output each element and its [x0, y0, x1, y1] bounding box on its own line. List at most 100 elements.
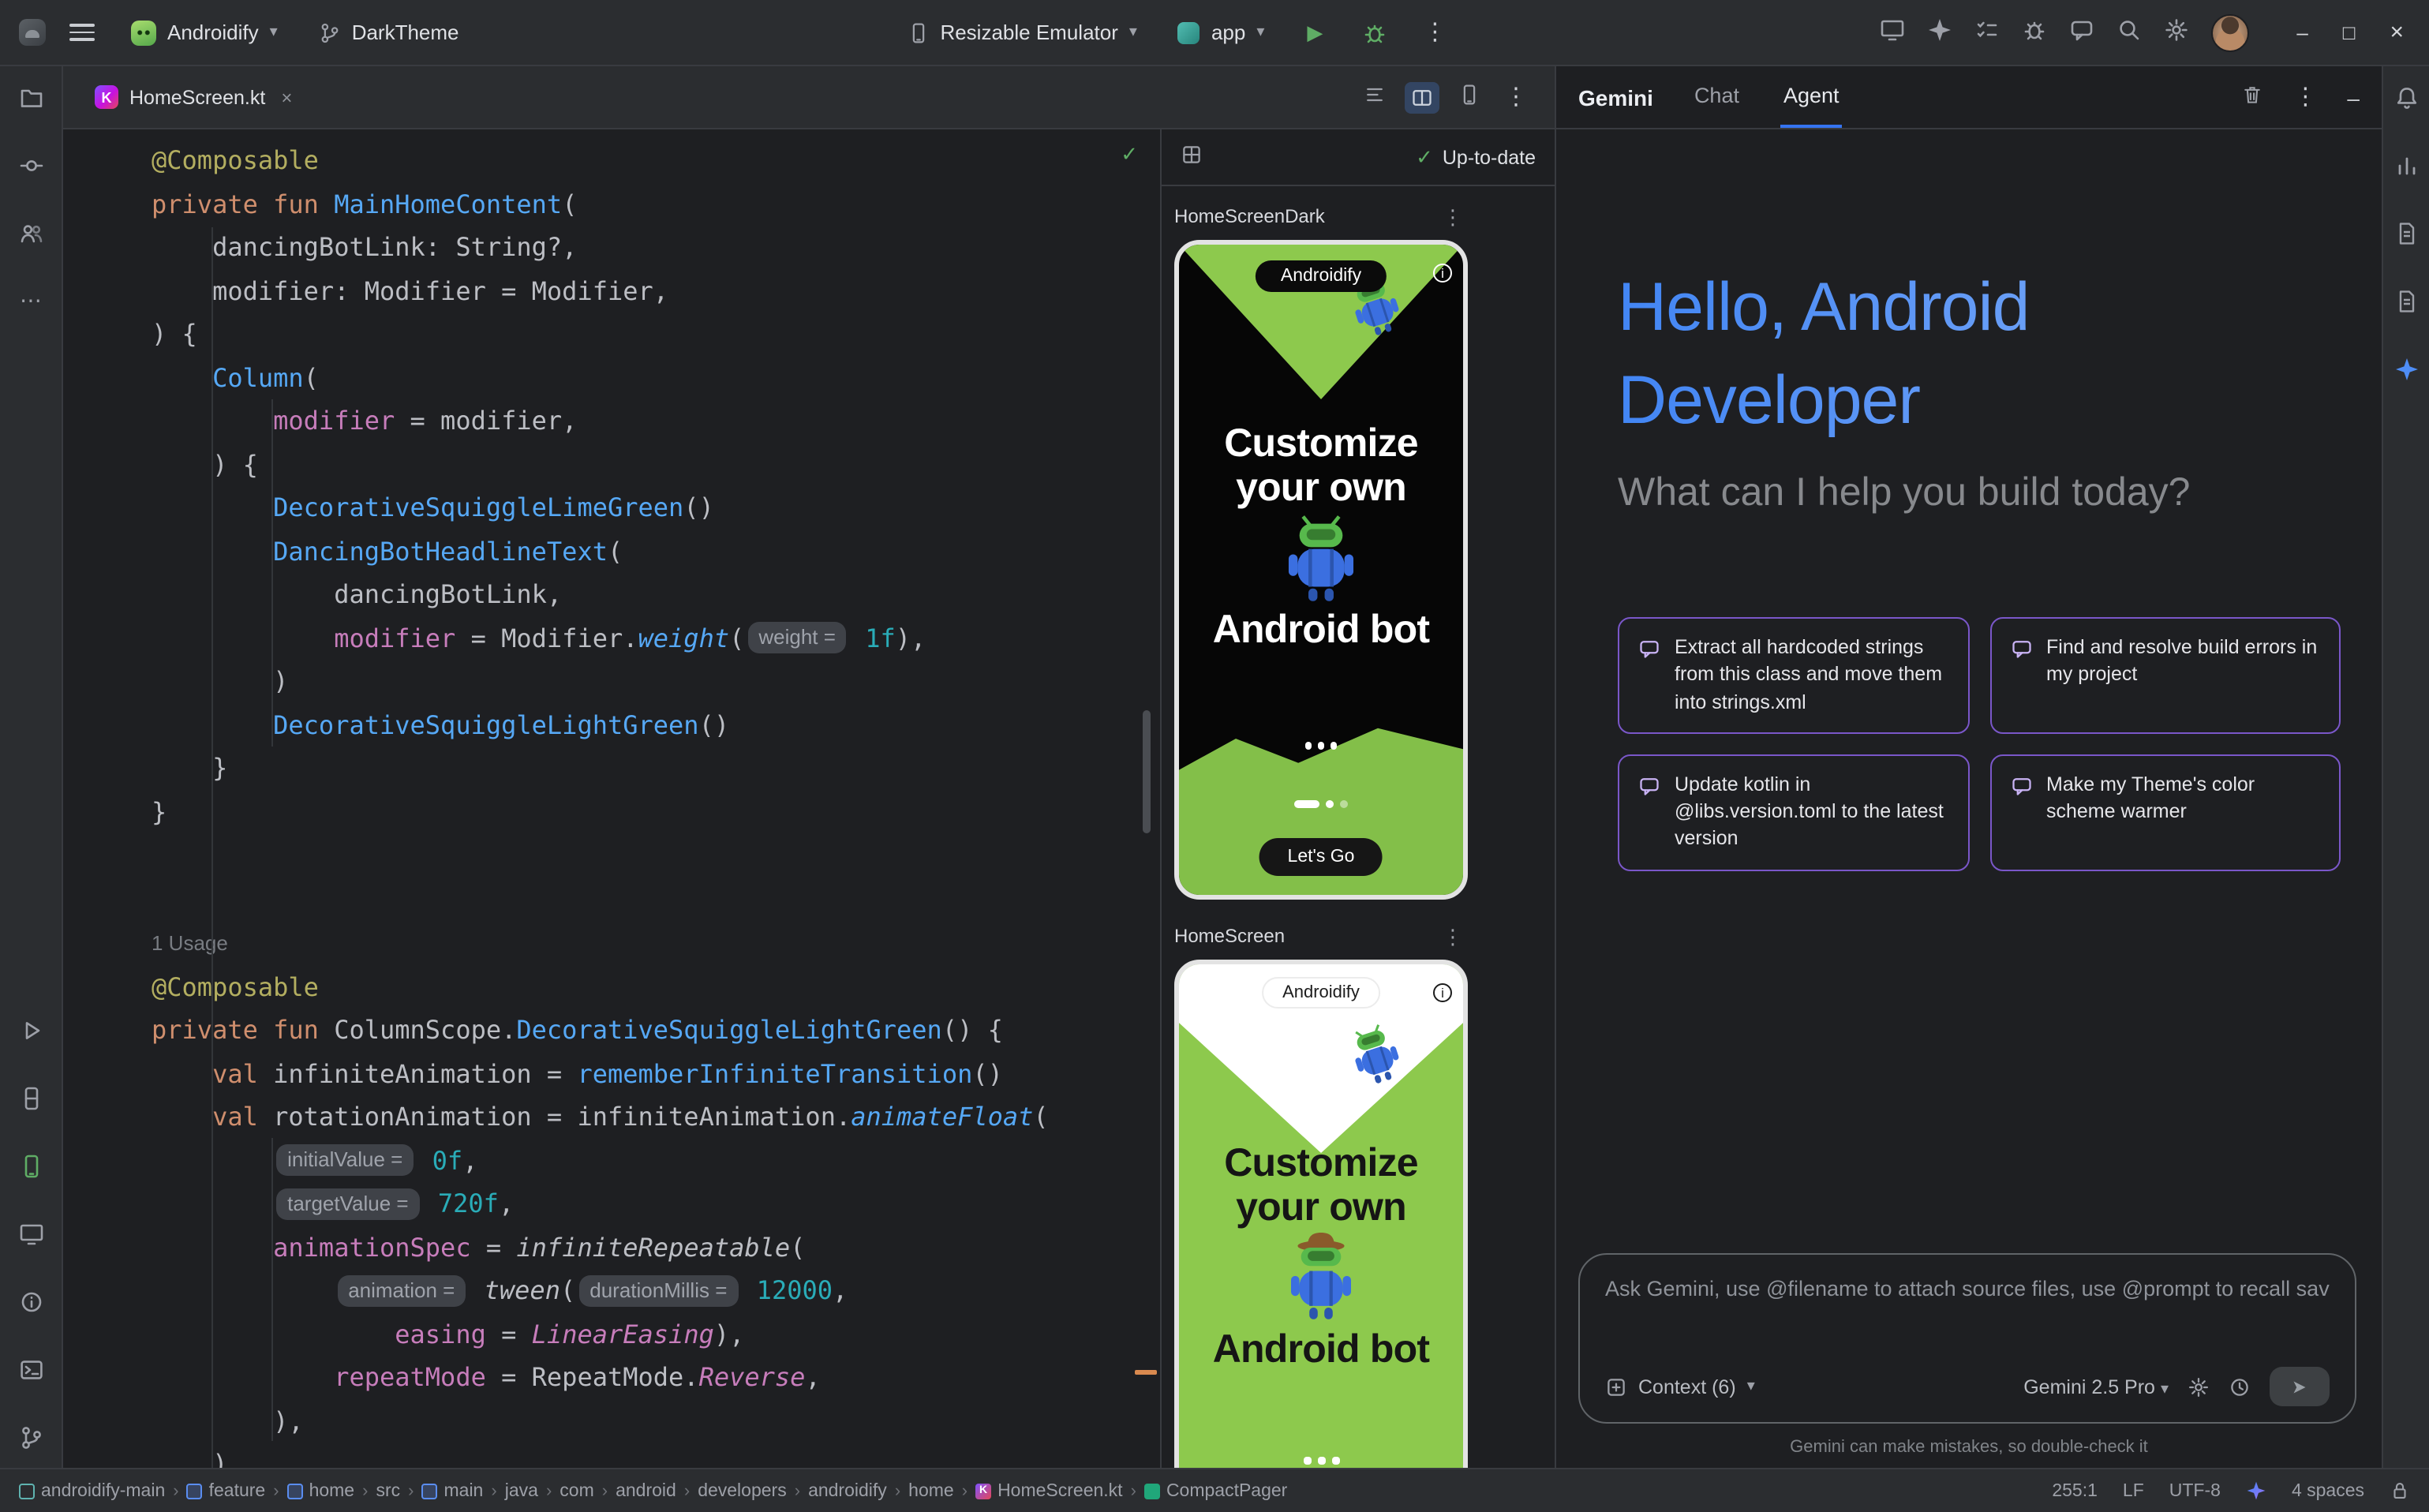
- lets-go-button[interactable]: Let's Go: [1259, 838, 1383, 876]
- gemini-input-box[interactable]: Context (6) ▾ Gemini 2.5 Pro ▾: [1578, 1253, 2356, 1424]
- view-split-button[interactable]: [1405, 81, 1439, 113]
- breadcrumb: androidify-main›feature›home›src›main›ja…: [0, 1481, 1287, 1500]
- suggestion-card[interactable]: Make my Theme's color scheme warmer: [1989, 754, 2341, 871]
- notifications-button[interactable]: [2393, 85, 2419, 115]
- preview-homescreen[interactable]: Androidify i Customize your own Android …: [1174, 960, 1468, 1468]
- terminal-tool-button[interactable]: [18, 1357, 43, 1387]
- preview-headline: Customize your own Android bot: [1179, 421, 1463, 652]
- breadcrumb-item[interactable]: androidify: [808, 1481, 887, 1500]
- gemini-options-button[interactable]: ⋮: [2289, 85, 2322, 109]
- breadcrumb-item[interactable]: KHomeScreen.kt: [975, 1481, 1123, 1500]
- problems-tool-button[interactable]: [18, 1289, 43, 1319]
- gemini-panel-title: Gemini: [1578, 66, 1653, 128]
- main-menu-button[interactable]: [62, 12, 103, 53]
- context-selector[interactable]: Context (6): [1638, 1375, 1736, 1398]
- settings-button[interactable]: [2164, 17, 2189, 47]
- profiler-tool-button[interactable]: [2393, 153, 2419, 183]
- device-mirroring-button[interactable]: [1880, 17, 1905, 47]
- editor-options-button[interactable]: ⋮: [1499, 85, 1533, 109]
- gemini-tool-button[interactable]: [2393, 357, 2419, 387]
- app-insights-button[interactable]: [2022, 17, 2047, 47]
- model-selector[interactable]: Gemini 2.5 Pro ▾: [2023, 1375, 2169, 1398]
- device-manager-button[interactable]: [18, 1222, 43, 1252]
- run-tool-button[interactable]: [18, 1018, 43, 1048]
- run-more-button[interactable]: ⋮: [1413, 10, 1457, 54]
- task-list-button[interactable]: [1974, 17, 2000, 47]
- pull-requests-tool-button[interactable]: [18, 221, 43, 251]
- minimize-button[interactable]: –: [2296, 22, 2307, 43]
- breadcrumb-item[interactable]: CompactPager: [1144, 1481, 1287, 1500]
- suggestion-grid: Extract all hardcoded strings from this …: [1618, 617, 2341, 870]
- breadcrumb-item[interactable]: androidify-main: [19, 1481, 165, 1500]
- avatar[interactable]: [2211, 13, 2249, 51]
- indent-info[interactable]: 4 spaces: [2292, 1481, 2364, 1500]
- commit-tool-button[interactable]: [18, 153, 43, 183]
- ai-spark-icon[interactable]: [2246, 1480, 2266, 1501]
- breadcrumb-item[interactable]: src: [376, 1481, 400, 1500]
- history-clock-icon[interactable]: [2229, 1375, 2251, 1398]
- vcs-branch-selector[interactable]: DarkTheme: [306, 10, 472, 54]
- attach-context-icon[interactable]: [1605, 1375, 1627, 1398]
- breadcrumb-item[interactable]: home: [287, 1481, 355, 1500]
- code-line: @Composable: [152, 139, 1160, 182]
- code-line: }: [152, 747, 1160, 790]
- device-selector[interactable]: Resizable Emulator ▾: [894, 10, 1150, 54]
- maximize-button[interactable]: □: [2343, 22, 2356, 43]
- debug-button[interactable]: [1353, 10, 1397, 54]
- breadcrumb-item[interactable]: android: [616, 1481, 676, 1500]
- chat-bubble-icon: [2010, 638, 2032, 660]
- gemini-prompt-input[interactable]: [1605, 1277, 2330, 1301]
- code-editor[interactable]: @Composableprivate fun MainHomeContent( …: [63, 129, 1160, 1468]
- project-selector[interactable]: Androidify ▾: [118, 10, 290, 54]
- inspections-ok-icon[interactable]: ✓: [1121, 142, 1138, 167]
- view-code-button[interactable]: [1364, 84, 1386, 110]
- notes-tool-button[interactable]: [2393, 289, 2419, 319]
- gemini-spark-icon: [2393, 357, 2419, 382]
- line-separator[interactable]: LF: [2123, 1481, 2144, 1500]
- suggestion-card[interactable]: Update kotlin in @libs.version.toml to t…: [1618, 754, 1969, 871]
- suggestion-card[interactable]: Extract all hardcoded strings from this …: [1618, 617, 1969, 734]
- view-design-button[interactable]: [1458, 84, 1480, 110]
- close-button[interactable]: ×: [2390, 21, 2405, 44]
- info-icon[interactable]: i: [1433, 983, 1452, 1002]
- readonly-lock-icon[interactable]: [2390, 1480, 2410, 1501]
- file-encoding[interactable]: UTF-8: [2169, 1481, 2221, 1500]
- info-icon[interactable]: i: [1433, 264, 1452, 283]
- android-bot-image: [1179, 513, 1463, 604]
- preview-options-icon[interactable]: ⋮: [1438, 926, 1468, 946]
- breadcrumb-item[interactable]: java: [505, 1481, 538, 1500]
- preview-options-icon[interactable]: ⋮: [1438, 206, 1468, 226]
- breadcrumb-item[interactable]: home: [908, 1481, 954, 1500]
- breadcrumb-item[interactable]: developers: [698, 1481, 787, 1500]
- more-tool-windows-button[interactable]: ⋯: [20, 289, 42, 313]
- suggestion-card[interactable]: Find and resolve build errors in my proj…: [1989, 617, 2341, 734]
- tab-homescreen-kt[interactable]: K HomeScreen.kt ×: [79, 66, 308, 128]
- run-config-selector[interactable]: app ▾: [1166, 10, 1277, 54]
- caret-position[interactable]: 255:1: [2052, 1481, 2098, 1500]
- clear-chat-button[interactable]: [2241, 84, 2263, 110]
- running-devices-button[interactable]: [18, 1154, 43, 1184]
- layout-inspector-button[interactable]: [18, 1086, 43, 1116]
- preview-layout-button[interactable]: [1181, 144, 1203, 170]
- tab-chat[interactable]: Chat: [1691, 66, 1742, 128]
- project-tool-button[interactable]: [18, 85, 43, 115]
- breadcrumb-item[interactable]: feature: [187, 1481, 266, 1500]
- hide-panel-button[interactable]: –: [2347, 84, 2360, 110]
- breadcrumb-item[interactable]: com: [560, 1481, 593, 1500]
- gemini-greeting: Hello, Android Developer: [1618, 262, 2382, 448]
- search-everywhere-button[interactable]: [2116, 17, 2142, 47]
- preview-homescreendark[interactable]: Androidify i Customize your own Android …: [1174, 240, 1468, 900]
- run-button[interactable]: ▶: [1293, 10, 1337, 54]
- editor-scrollbar[interactable]: [1143, 710, 1151, 833]
- code-assist-button[interactable]: [1927, 17, 1952, 47]
- preview-name: HomeScreen: [1174, 925, 1285, 947]
- preview-scroll-area[interactable]: HomeScreenDark ⋮ Androidify i Customize …: [1162, 186, 1555, 1468]
- breadcrumb-item[interactable]: main: [422, 1481, 484, 1500]
- send-button[interactable]: [2270, 1367, 2330, 1406]
- gemini-settings-gear-icon[interactable]: [2188, 1375, 2210, 1398]
- close-tab-icon[interactable]: ×: [281, 86, 292, 108]
- version-control-tool-button[interactable]: [18, 1425, 43, 1455]
- gemini-chat-button[interactable]: [2069, 17, 2094, 47]
- device-explorer-button[interactable]: [2393, 221, 2419, 251]
- tab-agent[interactable]: Agent: [1780, 66, 1843, 128]
